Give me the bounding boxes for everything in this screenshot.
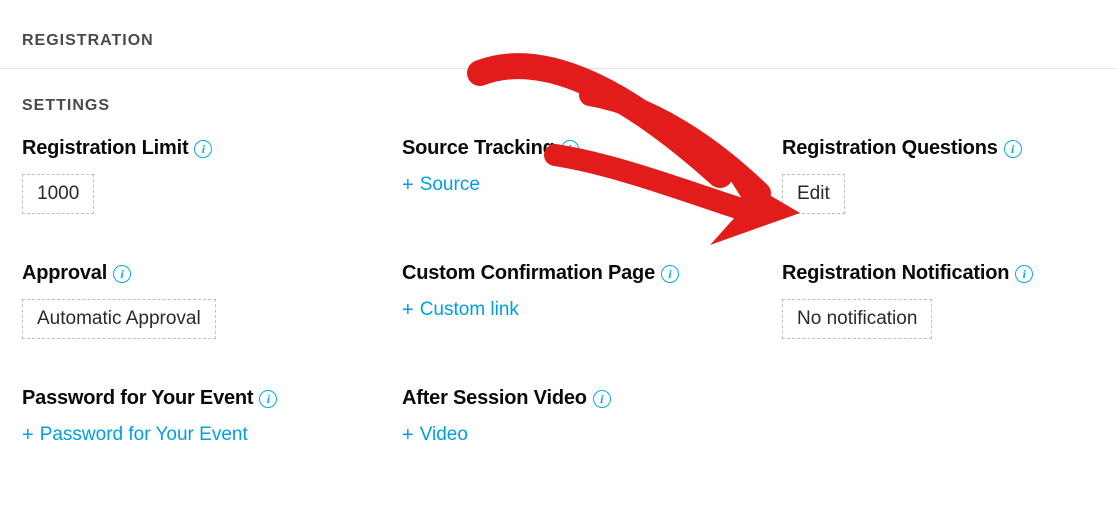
edit-questions-button[interactable]: Edit [782,174,845,214]
settings-header: SETTINGS [0,69,1116,115]
after-session-video-label: After Session Video [402,387,587,410]
registration-limit-label: Registration Limit [22,137,188,160]
plus-icon: + [402,425,414,445]
add-password-link[interactable]: + Password for Your Event [22,424,248,446]
password-label: Password for Your Event [22,387,253,410]
custom-confirmation-cell: Custom Confirmation Page i + Custom link [402,262,782,339]
add-custom-link-text: Custom link [420,299,519,321]
source-tracking-cell: Source Tracking i + Source [402,137,782,214]
approval-select[interactable]: Automatic Approval [22,299,216,339]
registration-notification-cell: Registration Notification i No notificat… [782,262,1102,339]
after-session-video-cell: After Session Video i + Video [402,387,782,446]
registration-questions-cell: Registration Questions i Edit [782,137,1102,214]
source-tracking-label: Source Tracking [402,137,555,160]
add-custom-link[interactable]: + Custom link [402,299,519,321]
custom-confirmation-label: Custom Confirmation Page [402,262,655,285]
add-source-link[interactable]: + Source [402,174,480,196]
registration-header: REGISTRATION [0,0,1116,68]
notification-select[interactable]: No notification [782,299,932,339]
info-icon[interactable]: i [1015,265,1033,283]
settings-grid: Registration Limit i 1000 Source Trackin… [0,115,1116,446]
add-source-text: Source [420,174,480,196]
info-icon[interactable]: i [194,140,212,158]
registration-notification-label: Registration Notification [782,262,1009,285]
plus-icon: + [22,425,34,445]
approval-cell: Approval i Automatic Approval [22,262,402,339]
add-video-link[interactable]: + Video [402,424,468,446]
registration-questions-label: Registration Questions [782,137,998,160]
add-password-text: Password for Your Event [40,424,248,446]
approval-label: Approval [22,262,107,285]
registration-limit-input[interactable]: 1000 [22,174,94,214]
info-icon[interactable]: i [593,390,611,408]
info-icon[interactable]: i [259,390,277,408]
info-icon[interactable]: i [661,265,679,283]
info-icon[interactable]: i [113,265,131,283]
add-video-text: Video [420,424,468,446]
password-cell: Password for Your Event i + Password for… [22,387,402,446]
plus-icon: + [402,300,414,320]
empty-cell [782,387,1102,446]
info-icon[interactable]: i [561,140,579,158]
plus-icon: + [402,175,414,195]
info-icon[interactable]: i [1004,140,1022,158]
registration-limit-cell: Registration Limit i 1000 [22,137,402,214]
